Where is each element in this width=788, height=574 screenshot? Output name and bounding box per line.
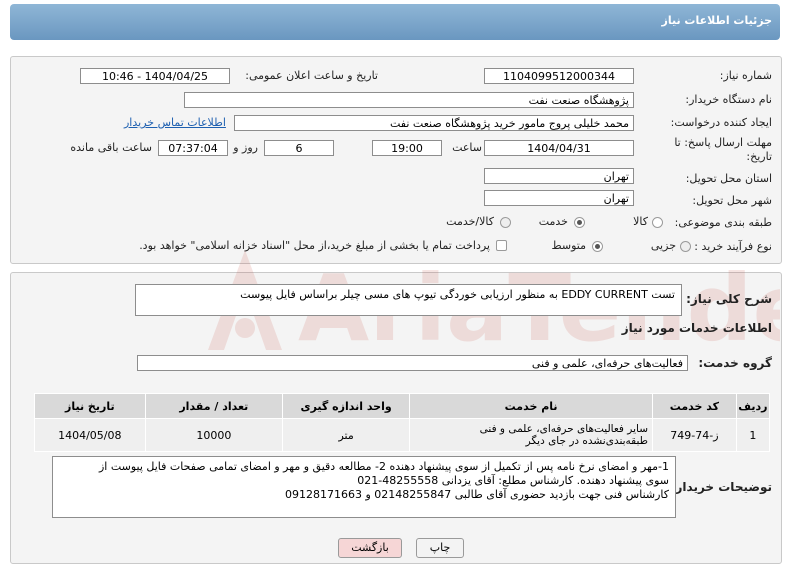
- need-number-field: 1104099512000344: [484, 68, 634, 84]
- need-number-label: شماره نیاز:: [719, 69, 772, 82]
- creator-field: محمد خلیلی پروج مامور خرید پژوهشگاه صنعت…: [234, 115, 634, 131]
- buyer-notes-line-2: سوی پیشنهاد دهنده. کارشناس مطلع: آقای یز…: [357, 474, 669, 487]
- col-row: ردیف: [735, 393, 771, 419]
- services-table: ردیف کد خدمت نام خدمت واحد اندازه گیری ت…: [34, 393, 771, 452]
- buyer-org-label: نام دستگاه خریدار:: [685, 93, 772, 106]
- buyer-notes-line-3: کارشناس فنی جهت بازدید حضوری آقای طالبی …: [284, 488, 669, 501]
- services-section-title: اطلاعات خدمات مورد نیاز: [621, 321, 772, 335]
- remaining-time-field: 07:37:04: [158, 140, 228, 156]
- services-header-row: ردیف کد خدمت نام خدمت واحد اندازه گیری ت…: [34, 393, 771, 419]
- cell-date: 1404/05/08: [34, 418, 146, 452]
- col-date: تاریخ نیاز: [34, 393, 146, 419]
- cell-row: 1: [735, 418, 771, 452]
- print-button[interactable]: چاپ: [416, 538, 464, 558]
- deadline-date-field: 1404/04/31: [484, 140, 634, 156]
- col-unit: واحد اندازه گیری: [282, 393, 411, 419]
- city-label: شهر محل تحویل:: [692, 194, 772, 207]
- city-field: تهران: [484, 190, 634, 206]
- category-option-goods-service: کالا/خدمت: [446, 215, 494, 228]
- cell-name: سایر فعالیت‌های حرفه‌ای، علمی و فنی طبقه…: [409, 418, 654, 452]
- category-label: طبقه بندی موضوعی:: [674, 216, 772, 229]
- cell-code: ز-74-749: [652, 418, 737, 452]
- announce-label: تاریخ و ساعت اعلان عمومی:: [245, 69, 378, 82]
- province-field: تهران: [484, 168, 634, 184]
- page-title: جزئیات اطلاعات نیاز: [661, 14, 773, 27]
- description-field: تست EDDY CURRENT به منظور ارزیابی خوردگی…: [135, 284, 682, 316]
- province-label: استان محل تحویل:: [685, 172, 772, 185]
- creator-label: ایجاد کننده درخواست:: [670, 116, 772, 129]
- col-quantity: تعداد / مقدار: [144, 393, 284, 419]
- deadline-label-text: مهلت ارسال پاسخ: تا تاریخ:: [674, 136, 772, 163]
- deadline-label: مهلت ارسال پاسخ: تا تاریخ:: [662, 136, 772, 164]
- remaining-label: ساعت باقی مانده: [70, 141, 152, 154]
- description-label: شرح کلی نیاز:: [686, 292, 772, 306]
- category-option-goods: کالا: [633, 215, 648, 228]
- deadline-time-label: ساعت: [452, 141, 482, 154]
- category-radio-goods-service[interactable]: [500, 217, 511, 228]
- deadline-time-field: 19:00: [372, 140, 442, 156]
- col-code: کد خدمت: [652, 393, 737, 419]
- days-field: 6: [264, 140, 334, 156]
- buyer-notes-field: 1-مهر و امضای نرخ نامه پس از تکمیل از سو…: [52, 456, 676, 518]
- buyer-org-field: پژوهشگاه صنعت نفت: [184, 92, 634, 108]
- category-option-service: خدمت: [538, 215, 568, 228]
- service-group-field: فعالیت‌های حرفه‌ای، علمی و فنی: [137, 355, 688, 371]
- cell-unit: متر: [282, 418, 411, 452]
- back-button[interactable]: بازگشت: [338, 538, 402, 558]
- buyer-notes-line-1: 1-مهر و امضای نرخ نامه پس از تکمیل از سو…: [98, 460, 669, 473]
- days-label: روز و: [233, 141, 258, 154]
- category-radio-service[interactable]: [574, 217, 585, 228]
- buyer-notes-label: توضیحات خریدار:: [670, 480, 772, 494]
- cell-quantity: 10000: [144, 418, 284, 452]
- announce-field: 1404/04/25 - 10:46: [80, 68, 230, 84]
- col-name: نام خدمت: [409, 393, 654, 419]
- service-group-label: گروه خدمت:: [698, 356, 772, 370]
- buyer-contact-link[interactable]: اطلاعات تماس خریدار: [124, 116, 226, 129]
- category-radio-goods[interactable]: [652, 217, 663, 228]
- table-row: 1 ز-74-749 سایر فعالیت‌های حرفه‌ای، علمی…: [34, 418, 771, 452]
